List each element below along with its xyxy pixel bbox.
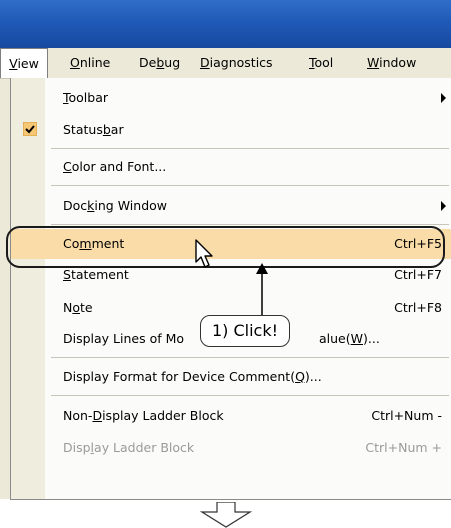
highlight-oval [6, 226, 445, 268]
toolbar-edge [0, 79, 10, 499]
menu-debug[interactable]: Debug [139, 48, 180, 78]
mouse-pointer-icon [195, 239, 213, 268]
menu-separator [51, 357, 449, 358]
menu-item-label: Non-Display Ladder Block [63, 408, 224, 423]
menu-item-label-tail: alue(W)... [319, 331, 380, 346]
menu-separator [51, 395, 449, 396]
menu-item-label: Docking Window [63, 198, 167, 213]
menu-view[interactable]: View [0, 48, 48, 78]
menu-item-shortcut: Ctrl+Num + [365, 440, 442, 455]
menu-item-label: Display Ladder Block [63, 440, 195, 455]
menu-item-shortcut: Ctrl+F8 [394, 300, 442, 315]
menu-item-shortcut: Ctrl+Num - [371, 408, 442, 423]
checkmark-icon [23, 122, 37, 136]
menu-item-label: Note [63, 300, 93, 315]
down-arrow-icon [200, 502, 252, 528]
up-arrow-icon [256, 263, 268, 316]
submenu-arrow-icon [441, 201, 446, 211]
menu-item-label: Statusbar [63, 122, 124, 137]
menu-online[interactable]: Online [70, 48, 110, 78]
menu-separator [51, 185, 449, 186]
window-title-bar [0, 0, 451, 48]
menu-bar: View Online Debug Diagnostics Tool Windo… [0, 48, 451, 79]
menu-item-docking-window[interactable]: Docking Window [11, 191, 451, 221]
view-dropdown-menu: Toolbar Statusbar Color and Font... Dock… [10, 78, 451, 500]
menu-item-non-display-ladder-block[interactable]: Non-Display Ladder Block Ctrl+Num - [11, 401, 451, 431]
menu-item-label: Color and Font... [63, 159, 167, 174]
click-callout: 1) Click! [200, 315, 290, 347]
menu-item-color-and-font[interactable]: Color and Font... [11, 152, 451, 182]
menu-diagnostics[interactable]: Diagnostics [200, 48, 273, 78]
menu-window[interactable]: Window [367, 48, 416, 78]
menu-item-display-ladder-block[interactable]: Display Ladder Block Ctrl+Num + [11, 433, 451, 463]
menu-item-label: Toolbar [63, 90, 109, 105]
menu-item-display-format[interactable]: Display Format for Device Comment(Q)... [11, 362, 451, 392]
menu-item-label: Display Lines of Mo [63, 331, 185, 346]
menu-view-label: View [9, 56, 39, 71]
menu-separator [51, 148, 449, 149]
menu-item-label: Display Format for Device Comment(Q)... [63, 369, 322, 384]
submenu-arrow-icon [441, 93, 446, 103]
menu-separator [51, 224, 449, 225]
menu-item-toolbar[interactable]: Toolbar [11, 83, 451, 113]
menu-item-statusbar[interactable]: Statusbar [11, 115, 451, 145]
menu-tool[interactable]: Tool [309, 48, 333, 78]
